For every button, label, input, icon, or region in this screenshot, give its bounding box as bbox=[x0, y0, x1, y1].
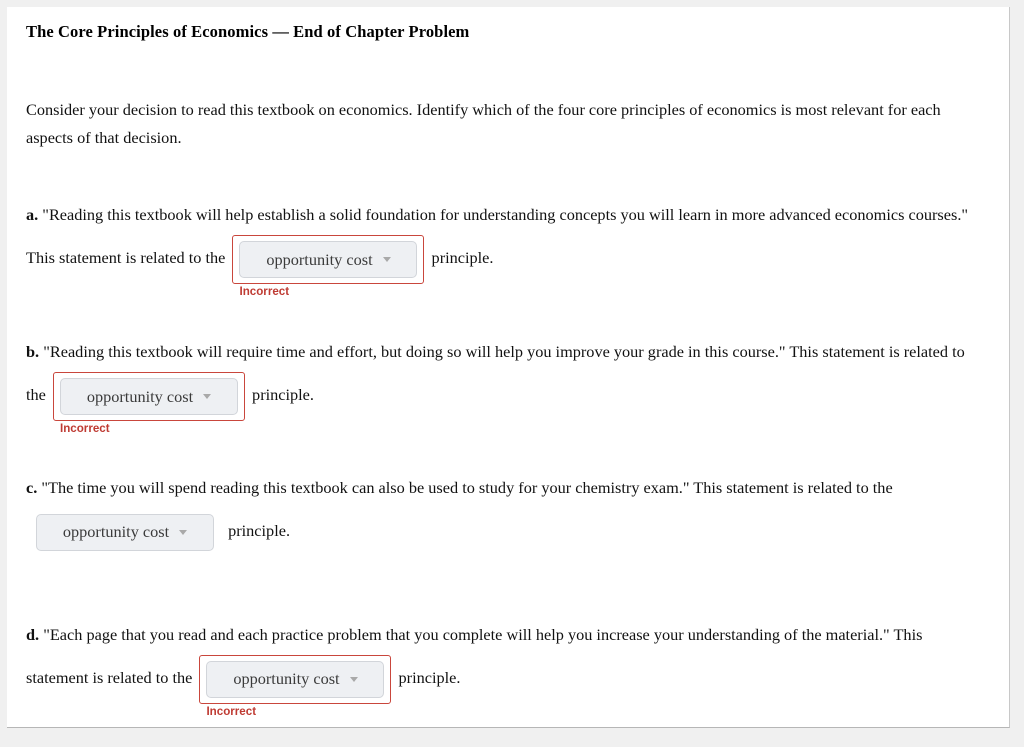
problem-content: The Core Principles of Economics — End o… bbox=[7, 7, 1009, 718]
question-a-text: "Reading this textbook will help establi… bbox=[26, 205, 969, 268]
question-b-text-after: principle. bbox=[252, 385, 314, 405]
answer-box-a: opportunity cost bbox=[232, 235, 425, 285]
answer-slot-a: opportunity cost Incorrect bbox=[232, 235, 425, 298]
answer-dropdown-d-label: opportunity cost bbox=[233, 669, 340, 689]
chevron-down-icon bbox=[382, 257, 391, 263]
question-d: d. "Each page that you read and each pra… bbox=[26, 615, 987, 718]
chevron-down-icon bbox=[349, 676, 358, 682]
answer-box-c: opportunity cost bbox=[29, 508, 221, 557]
question-c-text: "The time you will spend reading this te… bbox=[41, 478, 893, 498]
answer-dropdown-c-label: opportunity cost bbox=[62, 522, 170, 542]
question-b-letter: b. bbox=[26, 342, 40, 362]
answer-box-b: opportunity cost bbox=[52, 372, 245, 422]
answer-dropdown-d[interactable]: opportunity cost bbox=[206, 660, 385, 698]
chevron-down-icon bbox=[203, 394, 212, 400]
answer-dropdown-a[interactable]: opportunity cost bbox=[239, 241, 418, 279]
answer-box-d: opportunity cost bbox=[199, 654, 392, 704]
feedback-d: Incorrect bbox=[206, 704, 257, 718]
question-d-letter: d. bbox=[26, 624, 40, 644]
answer-slot-c: opportunity cost bbox=[29, 508, 221, 557]
feedback-a: Incorrect bbox=[239, 285, 290, 299]
answer-slot-d: opportunity cost Incorrect bbox=[199, 654, 392, 718]
question-a: a. "Reading this textbook will help esta… bbox=[26, 195, 987, 298]
question-c-letter: c. bbox=[26, 478, 38, 498]
page-title: The Core Principles of Economics — End o… bbox=[26, 22, 470, 41]
problem-card: The Core Principles of Economics — End o… bbox=[7, 7, 1010, 728]
question-d-text: "Each page that you read and each practi… bbox=[26, 624, 923, 688]
answer-slot-b: opportunity cost Incorrect bbox=[52, 372, 245, 435]
problem-intro: Consider your decision to read this text… bbox=[26, 100, 941, 147]
answer-dropdown-b-label: opportunity cost bbox=[86, 386, 194, 406]
chevron-down-icon bbox=[179, 529, 188, 535]
question-b: b. "Reading this textbook will require t… bbox=[26, 332, 987, 435]
answer-dropdown-b[interactable]: opportunity cost bbox=[59, 378, 238, 416]
question-a-text-after: principle. bbox=[431, 248, 494, 268]
answer-dropdown-a-label: opportunity cost bbox=[266, 249, 373, 269]
question-c: c. "The time you will spend reading this… bbox=[26, 468, 987, 557]
answer-dropdown-c[interactable]: opportunity cost bbox=[36, 513, 214, 551]
feedback-b: Incorrect bbox=[59, 422, 110, 436]
question-c-text-after: principle. bbox=[228, 521, 291, 541]
question-a-letter: a. bbox=[26, 205, 39, 225]
question-d-text-after: principle. bbox=[398, 668, 461, 688]
